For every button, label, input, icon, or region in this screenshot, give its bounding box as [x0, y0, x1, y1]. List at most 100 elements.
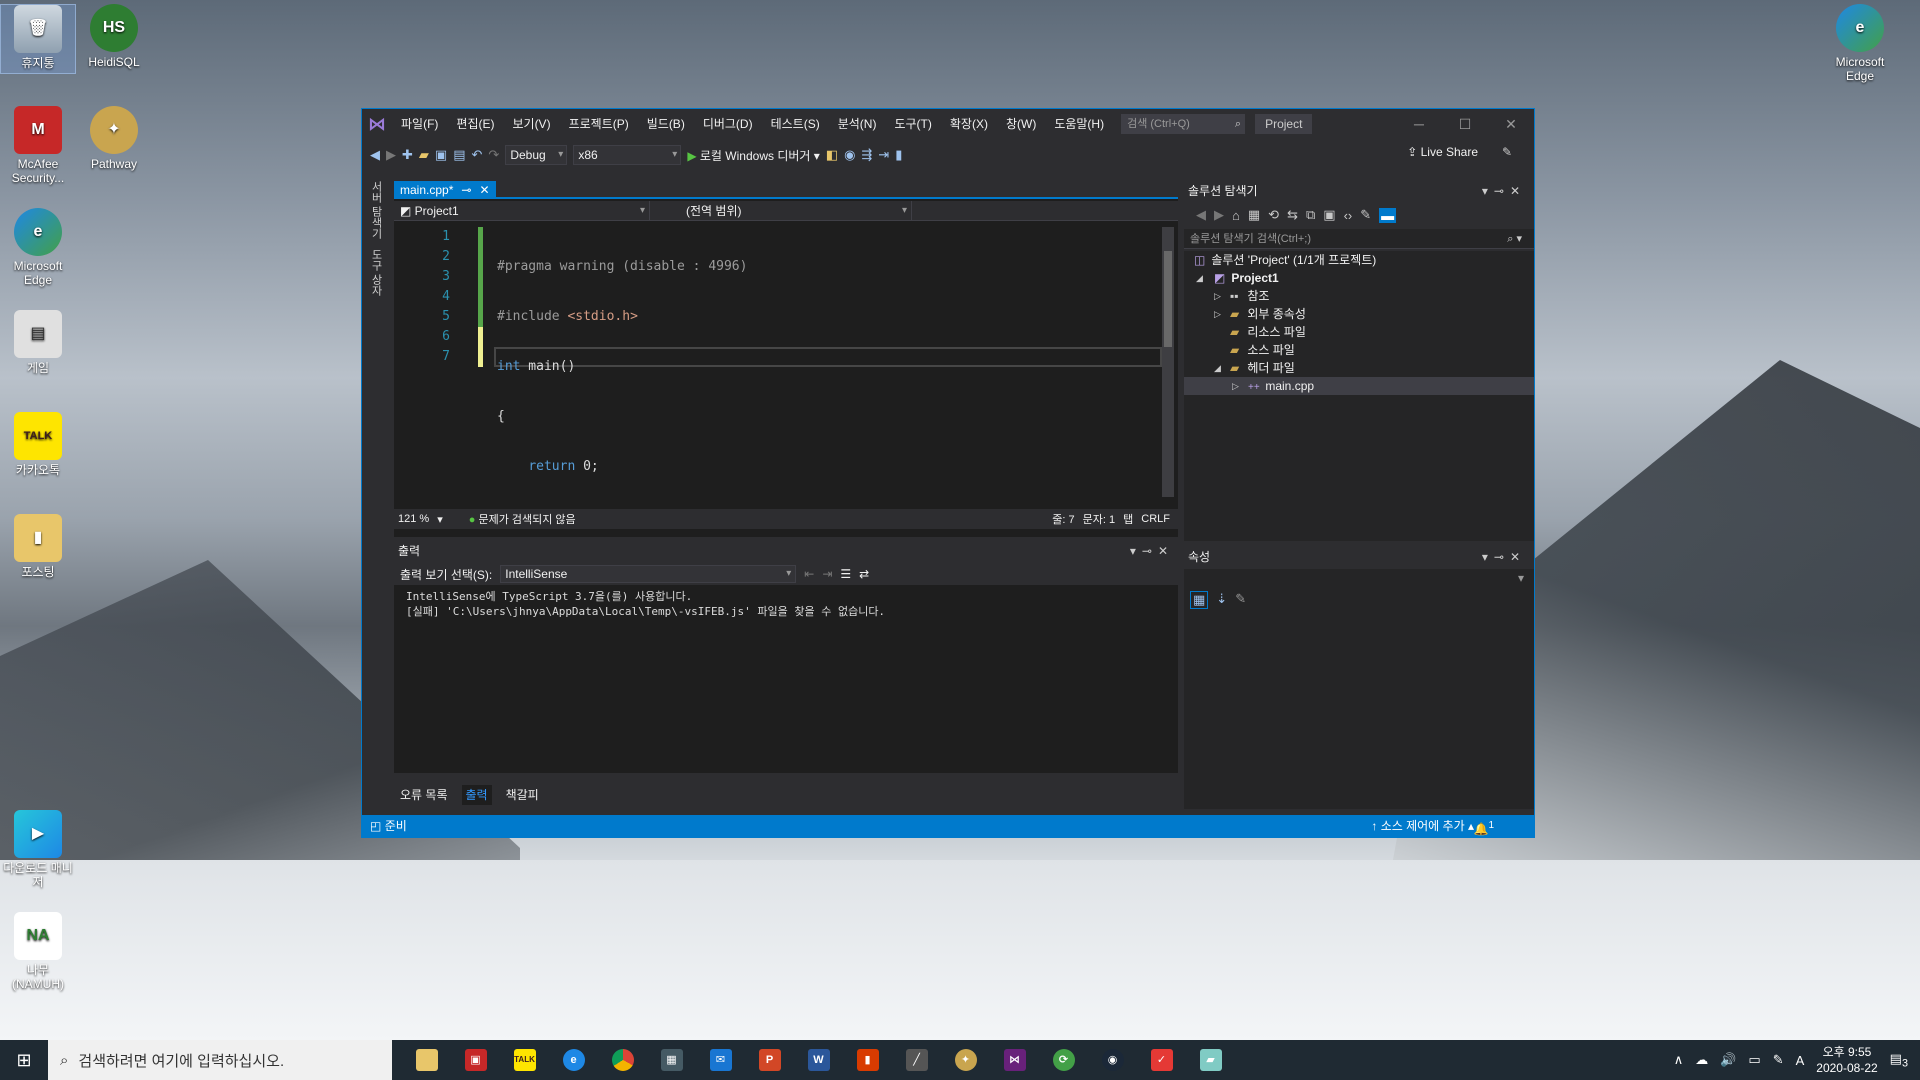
- menu-debug[interactable]: 디버그(D): [694, 109, 762, 139]
- solution-config-dropdown[interactable]: Debug: [505, 145, 568, 165]
- ime-indicator[interactable]: A: [1796, 1053, 1805, 1068]
- undo-icon[interactable]: ↶: [472, 147, 483, 163]
- mail-icon[interactable]: ✉: [696, 1040, 745, 1080]
- editor-scrollbar[interactable]: [1162, 227, 1174, 497]
- visual-studio-icon[interactable]: ⋈: [990, 1040, 1039, 1080]
- windows-start-icon[interactable]: ⊞: [0, 1040, 48, 1080]
- align-icon[interactable]: ⇶: [861, 147, 872, 163]
- menu-tools[interactable]: 도구(T): [885, 109, 940, 139]
- close-icon[interactable]: ✕: [1158, 544, 1174, 558]
- tab-close-icon[interactable]: ✕: [479, 181, 489, 199]
- menu-file[interactable]: 파일(F): [392, 109, 447, 139]
- desktop-icon-download-manager[interactable]: ▶ 다운로드 매니저: [0, 810, 76, 889]
- close-icon[interactable]: ✕: [1510, 184, 1526, 198]
- menu-edit[interactable]: 편집(E): [447, 109, 503, 139]
- scroll-thumb[interactable]: [1164, 251, 1172, 347]
- camera-icon[interactable]: ◉: [844, 147, 855, 163]
- menu-test[interactable]: 테스트(S): [762, 109, 829, 139]
- prev-message-icon[interactable]: ⇤: [804, 567, 814, 581]
- menu-help[interactable]: 도움말(H): [1045, 109, 1113, 139]
- start-debugging-button[interactable]: ▶ 로컬 Windows 디버거 ▾: [687, 147, 820, 164]
- desktop-icon-namuh[interactable]: NA 나무 (NAMUH): [0, 912, 76, 991]
- desktop-icon-game[interactable]: ▤ 게임: [0, 310, 76, 375]
- notification-bell-icon[interactable]: 🔔1: [1473, 815, 1494, 840]
- tree-node-external-deps[interactable]: ▷ ▰ 외부 종속성: [1184, 305, 1534, 323]
- preview-toggle-icon[interactable]: ▬: [1379, 207, 1397, 223]
- toolbox-tab[interactable]: 도구 상자: [368, 249, 384, 296]
- tree-node-header-files[interactable]: ◢ ▰ 헤더 파일: [1184, 359, 1534, 377]
- tree-node-references[interactable]: ▷ ▪▪ 참조: [1184, 287, 1534, 305]
- desktop-icon-posting[interactable]: ▮ 포스팅: [0, 514, 76, 579]
- notification-center-icon[interactable]: ▤3: [1890, 1051, 1908, 1070]
- kakaotalk-icon[interactable]: TALK: [500, 1040, 549, 1080]
- home-icon[interactable]: ⌂: [1232, 208, 1240, 223]
- office-icon[interactable]: ▮: [843, 1040, 892, 1080]
- server-explorer-tab[interactable]: 서버 탐색기: [368, 181, 384, 239]
- collapse-all-icon[interactable]: ⧉: [1306, 207, 1315, 223]
- issues-indicator[interactable]: ● 문제가 검색되지 않음: [469, 511, 576, 527]
- network-icon[interactable]: ▭: [1748, 1052, 1760, 1068]
- alphabetical-icon[interactable]: ⇣: [1216, 591, 1227, 609]
- menu-analyze[interactable]: 분석(N): [829, 109, 886, 139]
- clock[interactable]: 오후 9:55 2020-08-22: [1816, 1044, 1877, 1076]
- browse-icon[interactable]: ◧: [826, 147, 838, 163]
- back-icon[interactable]: ◀: [1196, 207, 1206, 223]
- zoom-level[interactable]: 121 %: [398, 513, 429, 525]
- code-editor[interactable]: 1 2 3 4 5 6 7 #pragma warning (disable :…: [394, 223, 1178, 524]
- save-all-icon[interactable]: ▤: [453, 147, 465, 163]
- sync-icon[interactable]: ⇆: [1287, 207, 1298, 223]
- tray-overflow-icon[interactable]: ∧: [1674, 1052, 1684, 1068]
- chrome-icon[interactable]: [598, 1040, 647, 1080]
- desktop-icon-heidisql[interactable]: HS HeidiSQL: [76, 4, 152, 69]
- pin-icon[interactable]: ⊸: [1494, 184, 1510, 198]
- scope-dropdown[interactable]: (전역 범위): [650, 201, 912, 221]
- property-pages-icon[interactable]: ✎: [1235, 591, 1246, 609]
- tree-node-main-cpp[interactable]: ▷ ++ main.cpp: [1184, 377, 1534, 395]
- menu-build[interactable]: 빌드(B): [638, 109, 694, 139]
- collapsed-arrow-icon[interactable]: ▷: [1214, 305, 1221, 323]
- feedback-icon[interactable]: ✎: [1502, 145, 1512, 159]
- sync-icon[interactable]: ⟳: [1039, 1040, 1088, 1080]
- store-icon[interactable]: ▦: [647, 1040, 696, 1080]
- desktop-icon-pathway[interactable]: ✦ Pathway: [76, 106, 152, 171]
- tree-node-resource-files[interactable]: ▰ 리소스 파일: [1184, 323, 1534, 341]
- pin-icon[interactable]: ⊸: [1142, 544, 1158, 558]
- notepad-app-icon[interactable]: ▣: [451, 1040, 500, 1080]
- maximize-icon[interactable]: ☐: [1442, 109, 1488, 139]
- redo-icon[interactable]: ↷: [488, 147, 499, 163]
- output-text[interactable]: IntelliSense에 TypeScript 3.7을(를) 사용합니다. …: [394, 585, 1178, 773]
- expanded-arrow-icon[interactable]: ◢: [1214, 359, 1221, 377]
- note-icon[interactable]: ▰: [1186, 1040, 1235, 1080]
- new-project-icon[interactable]: ✚: [402, 147, 413, 163]
- pin-icon[interactable]: ⊸: [461, 181, 471, 199]
- desktop-icon-edge[interactable]: e Microsoft Edge: [0, 208, 76, 287]
- switch-views-icon[interactable]: ▦: [1248, 207, 1260, 223]
- tab-main-cpp[interactable]: main.cpp* ⊸ ✕: [394, 181, 496, 199]
- quick-launch-search[interactable]: 검색 (Ctrl+Q) ⌕: [1121, 114, 1246, 134]
- zoom-dropdown-icon[interactable]: ▾: [437, 513, 443, 526]
- powerpoint-icon[interactable]: P: [745, 1040, 794, 1080]
- indent-icon[interactable]: ⇥: [878, 147, 889, 163]
- volume-icon[interactable]: 🔊: [1720, 1052, 1736, 1068]
- edge-icon[interactable]: e: [549, 1040, 598, 1080]
- tab-output[interactable]: 출력: [461, 785, 492, 805]
- forward-icon[interactable]: ▶: [1214, 207, 1224, 223]
- back-icon[interactable]: ◀: [370, 147, 380, 163]
- properties-wrench-icon[interactable]: ✎: [1360, 207, 1371, 223]
- live-share-button[interactable]: ⇪ Live Share: [1407, 145, 1478, 159]
- project-dropdown[interactable]: ◩ Project1: [394, 201, 650, 221]
- clear-all-icon[interactable]: ☰: [840, 567, 851, 581]
- show-all-files-icon[interactable]: ▣: [1323, 207, 1335, 223]
- steam-icon[interactable]: ◉: [1088, 1040, 1137, 1080]
- dropdown-icon[interactable]: ▾: [1482, 550, 1494, 564]
- open-file-icon[interactable]: ▰: [419, 147, 429, 163]
- pin-icon[interactable]: ⊸: [1494, 550, 1510, 564]
- desktop-icon-recycle-bin[interactable]: 🗑 휴지통: [0, 4, 76, 74]
- collapsed-arrow-icon[interactable]: ▷: [1214, 287, 1221, 305]
- dropdown-icon[interactable]: ▾: [1130, 544, 1142, 558]
- close-icon[interactable]: ✕: [1510, 550, 1526, 564]
- pen-icon[interactable]: ✎: [1773, 1052, 1784, 1068]
- tab-error-list[interactable]: 오류 목록: [400, 785, 448, 805]
- menu-project[interactable]: 프로젝트(P): [560, 109, 638, 139]
- dropdown-icon[interactable]: ▾: [1482, 184, 1494, 198]
